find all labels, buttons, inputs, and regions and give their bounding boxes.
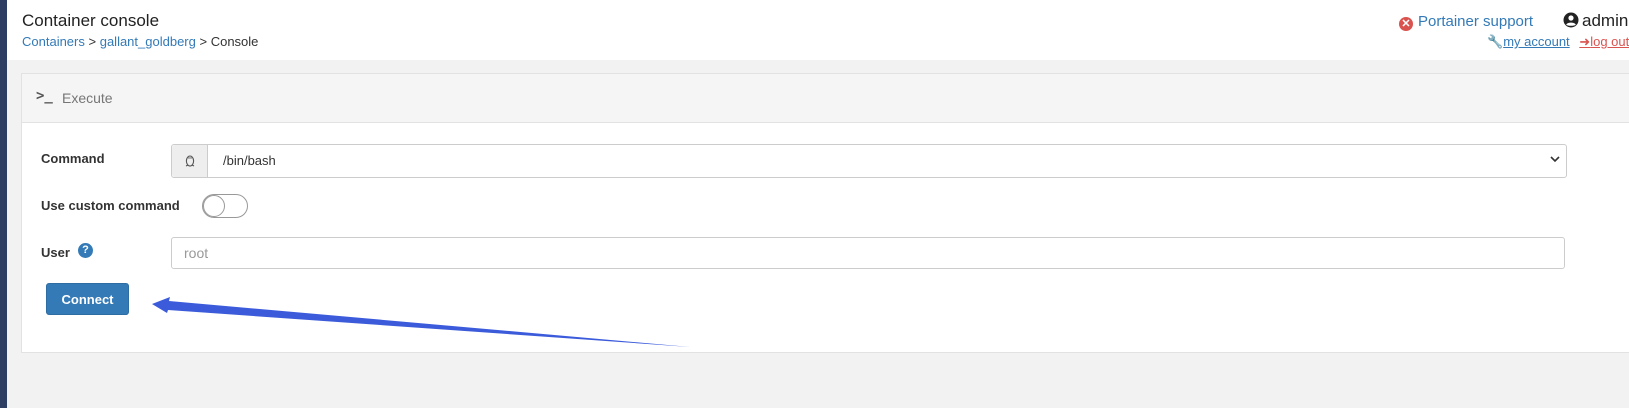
breadcrumb-containers-link[interactable]: Containers [22, 34, 85, 49]
execute-panel: >_ Execute Command /bin/bash Use custom … [21, 73, 1629, 353]
page-header: Container console Containers > gallant_g… [7, 0, 1629, 60]
portainer-support-link[interactable]: ✕ Portainer support [1399, 13, 1533, 31]
linux-icon [172, 145, 208, 177]
support-label: Portainer support [1418, 13, 1534, 30]
toggle-knob [203, 195, 225, 217]
account-links: 🔧my account ➜log out [1487, 34, 1629, 50]
breadcrumb-container-link[interactable]: gallant_goldberg [100, 34, 196, 49]
terminal-icon: >_ [36, 88, 53, 104]
user-menu: admin [1563, 11, 1628, 31]
breadcrumb-current: Console [210, 34, 259, 49]
custom-command-label: Use custom command [41, 198, 180, 213]
command-value: /bin/bash [223, 153, 276, 168]
user-label: User [41, 245, 70, 260]
sign-out-icon: ➜ [1579, 34, 1591, 49]
panel-header: >_ Execute [22, 74, 1629, 123]
username: admin [1582, 11, 1629, 30]
custom-command-toggle[interactable] [202, 194, 248, 218]
command-label: Command [41, 151, 105, 166]
breadcrumb-separator: > [199, 34, 208, 49]
help-icon[interactable]: ? [78, 243, 93, 258]
breadcrumb-separator: > [88, 34, 97, 49]
chevron-down-icon [1550, 153, 1560, 167]
log-out-link[interactable]: ➜log out [1579, 34, 1629, 49]
log-out-label: log out [1590, 34, 1629, 49]
wrench-icon: 🔧 [1487, 34, 1504, 49]
command-select[interactable]: /bin/bash [171, 144, 1567, 178]
my-account-link[interactable]: my account [1503, 34, 1569, 49]
user-circle-icon [1563, 12, 1579, 28]
user-input[interactable] [171, 237, 1565, 269]
breadcrumb: Containers > gallant_goldberg > Console [22, 34, 258, 49]
sidebar-edge [0, 0, 7, 408]
panel-title: Execute [62, 90, 113, 106]
page-title: Container console [22, 11, 160, 30]
support-icon: ✕ [1399, 17, 1413, 31]
connect-button[interactable]: Connect [46, 283, 129, 315]
